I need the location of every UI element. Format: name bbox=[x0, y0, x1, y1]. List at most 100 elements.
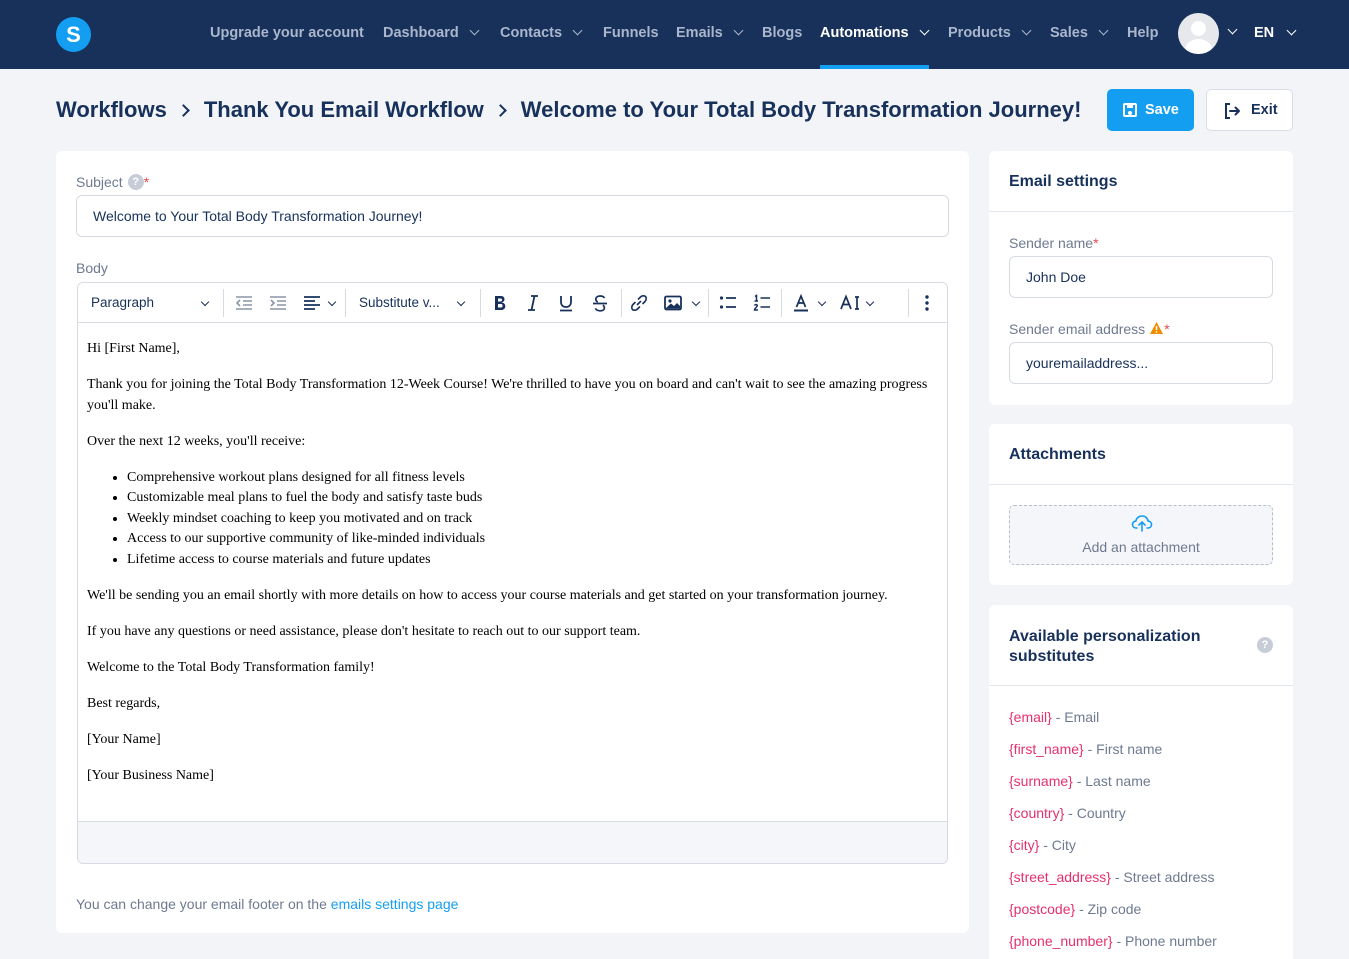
font-size-icon[interactable] bbox=[839, 293, 861, 313]
substitute-tag: {city} bbox=[1009, 837, 1040, 853]
chevron-down-icon bbox=[1098, 25, 1109, 36]
list-item: Lifetime access to course materials and … bbox=[127, 550, 937, 571]
subject-label-text: Subject bbox=[76, 174, 123, 190]
avatar-body bbox=[1185, 39, 1212, 54]
list-item: Customizable meal plans to fuel the body… bbox=[127, 488, 937, 509]
substitute-item-city[interactable]: {city} - City bbox=[1009, 837, 1076, 853]
nav-sales[interactable]: Sales bbox=[1050, 0, 1109, 69]
chevron-down-icon[interactable] bbox=[691, 297, 701, 307]
body-benefits-list: Comprehensive workout plans designed for… bbox=[127, 468, 937, 571]
chevron-down-icon[interactable] bbox=[1227, 24, 1238, 35]
nav-contacts[interactable]: Contacts bbox=[500, 0, 583, 69]
bold-icon[interactable] bbox=[490, 293, 510, 313]
strikethrough-icon[interactable] bbox=[590, 293, 610, 313]
substitute-tag: {surname} bbox=[1009, 773, 1073, 789]
nav-help[interactable]: Help bbox=[1127, 0, 1158, 69]
substitute-desc: - Zip code bbox=[1079, 901, 1142, 917]
nav-emails[interactable]: Emails bbox=[676, 0, 744, 69]
exit-button[interactable]: Exit bbox=[1206, 89, 1293, 131]
chevron-down-icon[interactable] bbox=[327, 297, 337, 307]
exit-label: Exit bbox=[1251, 102, 1278, 118]
toolbar-divider bbox=[345, 289, 346, 317]
active-nav-indicator bbox=[820, 65, 929, 69]
body-followup: We'll be sending you an email shortly wi… bbox=[87, 587, 888, 603]
attachments-card: Attachments Add an attachment bbox=[989, 424, 1293, 585]
chevron-down-icon[interactable] bbox=[817, 297, 827, 307]
warning-icon[interactable] bbox=[1149, 321, 1164, 335]
breadcrumb-current: Welcome to Your Total Body Transformatio… bbox=[520, 97, 1082, 122]
substitute-desc: - Phone number bbox=[1116, 933, 1217, 949]
sender-email-input[interactable]: youremailaddress... bbox=[1009, 342, 1273, 384]
substitute-item-phone-number[interactable]: {phone_number} - Phone number bbox=[1009, 933, 1217, 949]
substitute-desc: - Country bbox=[1068, 805, 1126, 821]
bullet-list-icon[interactable] bbox=[718, 293, 738, 313]
substitutes-card: Available personalization substitutes ? … bbox=[989, 605, 1293, 959]
body-business-name: [Your Business Name] bbox=[87, 767, 214, 783]
indent-icon[interactable] bbox=[268, 293, 288, 313]
add-attachment-button[interactable]: Add an attachment bbox=[1009, 505, 1273, 565]
italic-icon[interactable] bbox=[523, 293, 543, 313]
substitute-select[interactable]: Substitute v... bbox=[359, 283, 440, 323]
substitutes-title: Available personalization substitutes bbox=[1009, 628, 1201, 665]
substitute-item-street-address[interactable]: {street_address} - Street address bbox=[1009, 869, 1214, 885]
body-welcome: Welcome to the Total Body Transformation… bbox=[87, 659, 375, 675]
block-format-select[interactable]: Paragraph bbox=[91, 283, 154, 323]
app-logo[interactable]: S bbox=[56, 17, 91, 52]
subject-input[interactable]: Welcome to Your Total Body Transformatio… bbox=[76, 195, 949, 237]
nav-dashboard[interactable]: Dashboard bbox=[383, 0, 480, 69]
sender-name-label: Sender name* bbox=[1009, 235, 1099, 251]
chevron-down-icon bbox=[572, 25, 583, 36]
substitute-item-email[interactable]: {email} - Email bbox=[1009, 709, 1099, 725]
sender-email-label: Sender email address * bbox=[1009, 321, 1170, 337]
nav-funnels[interactable]: Funnels bbox=[603, 0, 659, 69]
image-icon[interactable] bbox=[663, 293, 683, 313]
editor-toolbar: Paragraph Substitute v... bbox=[78, 283, 947, 323]
chevron-down-icon[interactable] bbox=[865, 297, 875, 307]
underline-icon[interactable] bbox=[556, 293, 576, 313]
toolbar-divider bbox=[708, 289, 709, 317]
help-icon[interactable]: ? bbox=[1257, 637, 1273, 653]
nav-products[interactable]: Products bbox=[948, 0, 1032, 69]
substitute-item-surname[interactable]: {surname} - Last name bbox=[1009, 773, 1151, 789]
nav-blogs[interactable]: Blogs bbox=[762, 0, 802, 69]
substitute-desc: - Last name bbox=[1076, 773, 1151, 789]
nav-upgrade[interactable]: Upgrade your account bbox=[210, 0, 364, 69]
rich-text-editor[interactable]: Paragraph Substitute v... Hi [First Name… bbox=[77, 282, 948, 864]
substitute-item-postcode[interactable]: {postcode} - Zip code bbox=[1009, 901, 1141, 917]
list-item: Weekly mindset coaching to keep you moti… bbox=[127, 509, 937, 530]
nav-dashboard-label: Dashboard bbox=[383, 25, 459, 41]
nav-sales-label: Sales bbox=[1050, 25, 1088, 41]
substitute-tag: {country} bbox=[1009, 805, 1065, 821]
email-body-content[interactable]: Hi [First Name], Thank you for joining t… bbox=[87, 339, 937, 802]
substitute-item-first-name[interactable]: {first_name} - First name bbox=[1009, 741, 1162, 757]
save-button[interactable]: Save bbox=[1107, 89, 1194, 131]
top-navbar: S Upgrade your account Dashboard Contact… bbox=[0, 0, 1349, 69]
body-label: Body bbox=[76, 260, 108, 276]
outdent-icon[interactable] bbox=[234, 293, 254, 313]
divider bbox=[989, 211, 1293, 212]
sender-name-label-text: Sender name bbox=[1009, 235, 1094, 251]
breadcrumb-workflow[interactable]: Thank You Email Workflow bbox=[204, 97, 484, 123]
body-list-intro: Over the next 12 weeks, you'll receive: bbox=[87, 433, 306, 449]
save-icon bbox=[1123, 103, 1137, 117]
nav-help-label: Help bbox=[1127, 25, 1159, 41]
breadcrumb-workflows[interactable]: Workflows bbox=[56, 97, 167, 123]
nav-contacts-label: Contacts bbox=[500, 25, 563, 41]
substitute-desc: - Street address bbox=[1114, 869, 1215, 885]
more-options-icon[interactable] bbox=[918, 293, 936, 313]
align-left-icon[interactable] bbox=[302, 293, 322, 313]
body-greeting: Hi [First Name], bbox=[87, 341, 180, 356]
language-selector[interactable]: EN bbox=[1254, 0, 1297, 69]
text-color-icon[interactable] bbox=[791, 293, 811, 313]
substitute-item-country[interactable]: {country} - Country bbox=[1009, 805, 1126, 821]
body-intro: Thank you for joining the Total Body Tra… bbox=[87, 377, 928, 413]
block-format-label: Paragraph bbox=[91, 295, 155, 310]
subject-label: Subject? * bbox=[76, 174, 149, 191]
email-settings-link[interactable]: emails settings page bbox=[331, 896, 459, 912]
help-icon[interactable]: ? bbox=[127, 174, 144, 191]
user-avatar[interactable] bbox=[1178, 13, 1219, 54]
numbered-list-icon[interactable] bbox=[752, 293, 772, 313]
nav-automations[interactable]: Automations bbox=[820, 0, 930, 69]
sender-name-input[interactable]: John Doe bbox=[1009, 256, 1273, 298]
link-icon[interactable] bbox=[629, 293, 649, 313]
